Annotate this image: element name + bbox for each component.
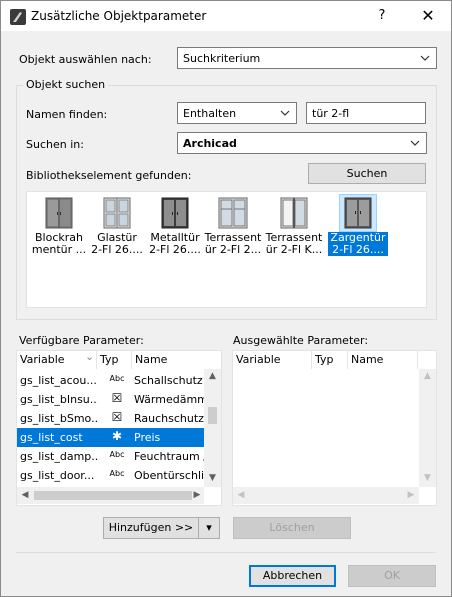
available-params-header: Variable ⌄ Typ Name — [17, 351, 221, 369]
row-variable: gs_list_door... — [20, 469, 95, 482]
table-row[interactable]: gs_list_bInsu... ☒ Wärmedämm... — [17, 390, 204, 409]
scroll-left-arrow-icon[interactable]: ◀ — [19, 490, 31, 500]
name-search-input[interactable]: tür 2-fl — [306, 102, 426, 124]
horizontal-scrollbar[interactable]: ◀ ▶ — [17, 487, 204, 504]
search-in-value: Archicad — [183, 137, 237, 150]
library-item-line2: 2-Fl 26.... — [149, 243, 201, 256]
chevron-down-icon — [420, 55, 430, 61]
delete-button[interactable]: Löschen — [233, 517, 351, 539]
available-params-list[interactable]: Variable ⌄ Typ Name gs_list_acou... Abc S… — [16, 350, 222, 506]
library-item-blockrahmentuer[interactable]: Blockrah mentür ... — [29, 196, 89, 260]
footer-separator — [16, 552, 436, 553]
help-button[interactable]: ? — [367, 5, 397, 27]
table-row-selected[interactable]: gs_list_cost ✱ Preis — [17, 428, 204, 447]
row-variable: gs_list_cost — [20, 431, 83, 444]
vertical-scrollbar-disabled: ▲ ▼ — [419, 369, 436, 487]
table-row[interactable]: gs_list_door... Abc Obentürschli... — [17, 466, 204, 485]
select-by-dropdown[interactable]: Suchkriterium — [177, 47, 437, 69]
archicad-app-icon — [10, 9, 26, 25]
ok-button[interactable]: OK — [348, 565, 436, 587]
name-mode-value: Enthalten — [183, 107, 237, 120]
table-row[interactable]: gs_list_damp... Abc Feuchtraum /... — [17, 447, 204, 466]
row-variable: gs_list_bSmo... — [20, 412, 98, 425]
row-name: Feuchtraum /... — [134, 450, 204, 463]
column-header-type[interactable]: Typ — [312, 351, 348, 369]
search-in-label: Suchen in: — [26, 138, 84, 151]
chevron-down-icon — [280, 110, 290, 116]
library-item-list[interactable]: Blockrah mentür ... Glastür 2-Fl 26.... Me… — [26, 191, 427, 308]
library-item-terrassentuer[interactable]: Terrassent ür 2-Fl 2... — [203, 196, 263, 260]
terrassentuer-thumbnail — [218, 197, 248, 229]
library-found-label: Bibliothekselement gefunden: — [26, 169, 192, 182]
select-by-value: Suchkriterium — [183, 52, 261, 65]
dialog-title: Zusätzliche Objektparameter — [31, 9, 207, 23]
metalltuer-thumbnail — [161, 197, 189, 229]
column-variable-label: Variable — [20, 353, 65, 366]
scroll-right-arrow-icon[interactable]: ▶ — [191, 490, 203, 500]
row-name: Obentürschli... — [134, 469, 204, 482]
terrassentuer-k-thumbnail — [280, 197, 308, 229]
boolean-type-icon: ☒ — [111, 391, 123, 405]
library-item-terrassentuer-k[interactable]: Terrassent ür 2-Fl K... — [264, 196, 324, 260]
available-params-label: Verfügbare Parameter: — [19, 334, 144, 347]
library-item-glastuer[interactable]: Glastür 2-Fl 26.... — [87, 196, 147, 260]
text-type-icon: Abc — [109, 450, 125, 459]
glastuer-thumbnail — [103, 197, 131, 229]
library-item-line2: ür 2-Fl K... — [265, 243, 323, 256]
column-header-name[interactable]: Name — [348, 351, 418, 369]
selected-params-label: Ausgewählte Parameter: — [233, 334, 369, 347]
row-variable: gs_list_acou... — [20, 374, 97, 387]
name-find-label: Namen finden: — [26, 108, 108, 121]
boolean-type-icon: ☒ — [111, 410, 123, 424]
column-header-name[interactable]: Name — [132, 351, 221, 369]
column-header-variable[interactable]: Variable — [233, 351, 312, 369]
select-by-label: Objekt auswählen nach: — [19, 53, 152, 66]
search-group-title: Objekt suchen — [23, 78, 109, 91]
vertical-scrollbar[interactable]: ▲ ▼ — [204, 369, 221, 487]
scroll-up-arrow-icon[interactable]: ▲ — [204, 371, 221, 381]
real-number-type-icon: ✱ — [111, 429, 123, 443]
table-row[interactable]: gs_list_acou... Abc Schallschutz — [17, 371, 204, 390]
library-item-line2: ür 2-Fl 2... — [204, 243, 262, 256]
search-in-dropdown[interactable]: Archicad — [177, 132, 427, 154]
column-header-type[interactable]: Typ — [97, 351, 132, 369]
horizontal-scrollbar-disabled: ◀ ▶ — [233, 487, 419, 504]
add-button[interactable]: Hinzufügen >> — [103, 517, 199, 539]
library-item-line2: 2-Fl 26.... — [91, 243, 143, 256]
table-row[interactable]: gs_list_bSmo... ☒ Rauchschutz ... — [17, 409, 204, 428]
row-name: Schallschutz — [134, 374, 203, 387]
add-options-dropdown[interactable]: ▾ — [198, 517, 220, 539]
scrollbar-thumb[interactable] — [34, 491, 192, 500]
close-button[interactable]: ✕ — [413, 5, 443, 27]
title-bar: Zusätzliche Objektparameter ? ✕ — [1, 1, 451, 31]
library-item-line2: 2-Fl 26.... — [332, 243, 384, 256]
blockrahmentuer-thumbnail — [45, 197, 73, 229]
sort-chevron-icon: ⌄ — [85, 350, 95, 363]
text-type-icon: Abc — [109, 469, 125, 478]
row-name: Wärmedämm... — [134, 393, 204, 406]
scroll-left-arrow-icon: ◀ — [237, 490, 245, 500]
row-variable: gs_list_bInsu... — [20, 393, 98, 406]
row-name: Rauchschutz ... — [134, 412, 204, 425]
library-item-zargentuer[interactable]: Zargentür 2-Fl 26.... — [328, 194, 388, 260]
scroll-down-arrow-icon[interactable]: ▼ — [204, 473, 221, 483]
search-button[interactable]: Suchen — [308, 163, 426, 184]
scroll-down-arrow-icon: ▼ — [424, 473, 431, 483]
text-type-icon: Abc — [109, 374, 125, 383]
column-header-variable[interactable]: Variable ⌄ — [17, 351, 97, 369]
cancel-button[interactable]: Abbrechen — [249, 565, 336, 587]
zargentuer-thumbnail — [344, 197, 372, 229]
dialog-window: Zusätzliche Objektparameter ? ✕ Objekt a… — [0, 0, 452, 597]
selected-params-header: Variable Typ Name — [233, 351, 436, 369]
row-variable: gs_list_damp... — [20, 450, 98, 463]
scroll-right-arrow-icon: ▶ — [407, 490, 415, 500]
chevron-down-icon — [410, 140, 420, 146]
scrollbar-thumb[interactable] — [208, 407, 217, 424]
name-mode-dropdown[interactable]: Enthalten — [177, 102, 297, 124]
scroll-up-arrow-icon: ▲ — [424, 371, 431, 381]
library-item-metalltuer[interactable]: Metalltür 2-Fl 26.... — [145, 196, 205, 260]
row-name: Preis — [134, 431, 161, 444]
library-item-line2: mentür ... — [31, 243, 87, 256]
selected-params-list[interactable]: Variable Typ Name ▲ ▼ ◀ ▶ — [232, 350, 437, 506]
